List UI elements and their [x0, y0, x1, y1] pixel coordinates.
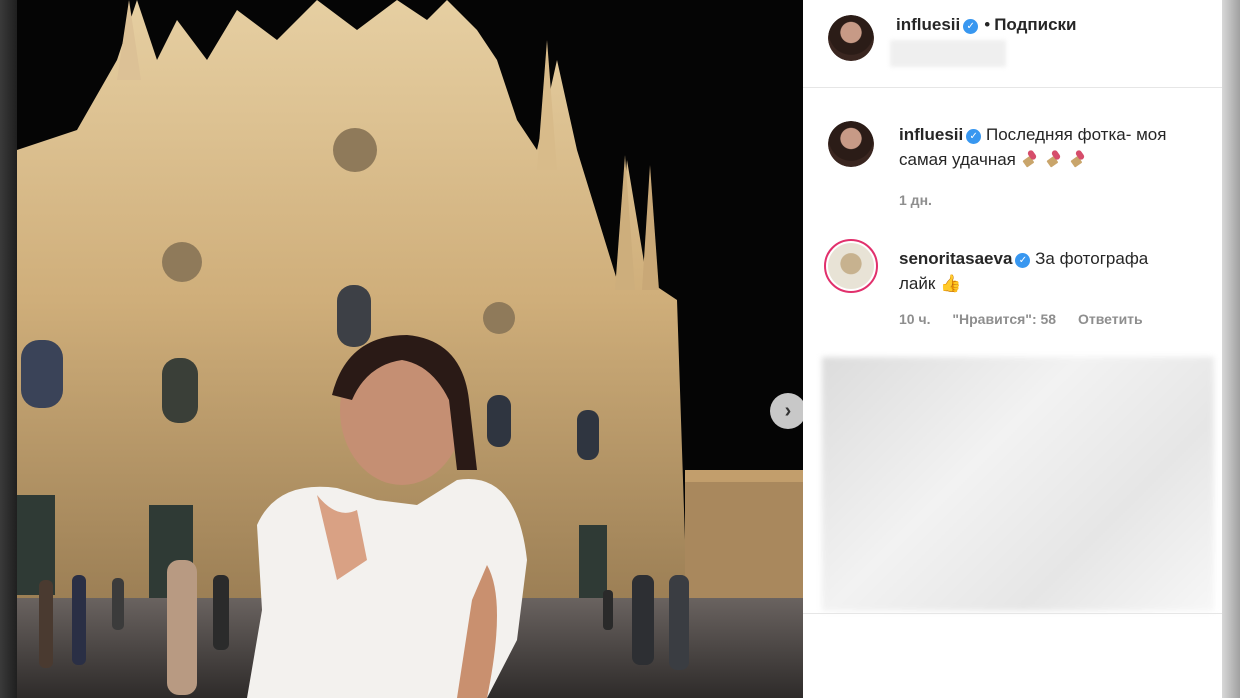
verified-badge-icon: ✓: [963, 19, 979, 34]
comment-block: senoritasaeva ✓ За фотографа лайк 👍 10 ч.…: [899, 246, 1209, 327]
commenter-avatar[interactable]: [824, 239, 878, 293]
chevron-right-icon: ›: [784, 399, 792, 422]
reply-button[interactable]: Ответить: [1078, 311, 1143, 327]
screen-frame-left: [0, 0, 17, 698]
verified-badge-icon: ✓: [1015, 253, 1031, 268]
blurred-subtitle: [890, 40, 1006, 67]
caption-text-line2: самая удачная: [899, 150, 1016, 169]
next-photo-button[interactable]: ›: [770, 393, 803, 429]
lipstick-emoji-icon: [1070, 150, 1085, 168]
post-header: influesii ✓ • Подписки: [803, 0, 1222, 88]
caption-username[interactable]: influesii: [899, 125, 963, 144]
post-photo[interactable]: ›: [17, 0, 803, 698]
caption-avatar[interactable]: [828, 121, 874, 167]
comment-text-line1: За фотографа: [1035, 249, 1149, 268]
author-username[interactable]: influesii: [896, 15, 960, 34]
author-avatar[interactable]: [828, 15, 874, 61]
cathedral-photo-illustration: [17, 0, 803, 698]
caption-time[interactable]: 1 дн.: [899, 192, 932, 208]
comment-time[interactable]: 10 ч.: [899, 311, 930, 327]
comment-likes[interactable]: "Нравится": 58: [952, 311, 1056, 327]
comment-text-line2: лайк: [899, 274, 936, 293]
commenter-username[interactable]: senoritasaeva: [899, 249, 1012, 268]
caption-block: influesii ✓ Последняя фотка- моя самая уд…: [899, 122, 1209, 208]
verified-badge-icon: ✓: [966, 129, 982, 144]
lipstick-emoji-icon: [1022, 150, 1037, 168]
thumbs-up-emoji-icon: 👍: [940, 274, 962, 293]
screen-frame-right: [1222, 0, 1240, 698]
panel-footer: [803, 613, 1222, 698]
caption-text-line1: Последняя фотка- моя: [985, 125, 1167, 144]
header-separator: •: [984, 15, 991, 34]
post-side-panel: influesii ✓ • Подписки influesii ✓ Последняя…: [803, 0, 1222, 698]
header-line: influesii ✓ • Подписки: [896, 15, 1077, 35]
lipstick-emoji-icon: [1046, 150, 1061, 168]
following-button[interactable]: Подписки: [994, 15, 1076, 34]
blurred-content-area: [822, 357, 1214, 611]
